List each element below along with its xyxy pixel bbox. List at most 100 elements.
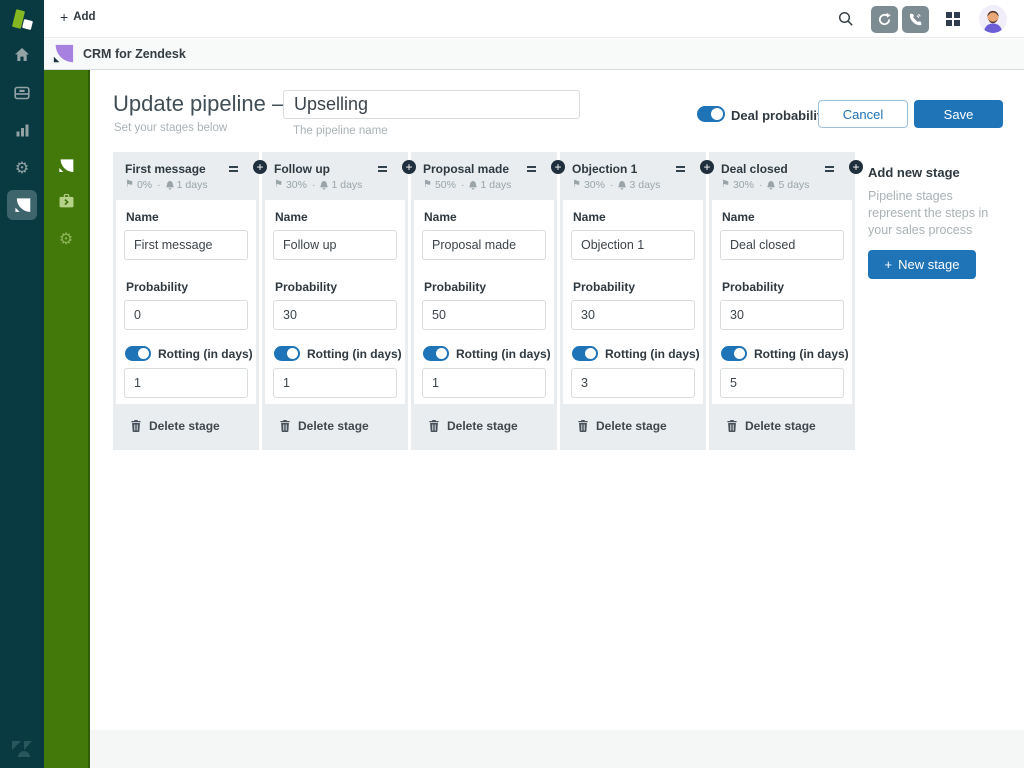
delete-stage-label: Delete stage bbox=[596, 419, 667, 433]
stage-rotting-input[interactable] bbox=[571, 368, 695, 398]
new-stage-button-label: New stage bbox=[898, 257, 959, 272]
cancel-button[interactable]: Cancel bbox=[818, 100, 908, 128]
stage-name-input[interactable] bbox=[273, 230, 397, 260]
new-stage-button[interactable]: + New stage bbox=[868, 250, 976, 279]
probability-label: Probability bbox=[722, 280, 844, 294]
delete-stage-button[interactable]: Delete stage bbox=[262, 404, 408, 450]
separator-dot: · bbox=[610, 179, 614, 191]
rotting-label: Rotting (in days) bbox=[158, 347, 253, 361]
search-button[interactable] bbox=[838, 11, 854, 32]
rotting-toggle[interactable] bbox=[423, 346, 449, 361]
drag-handle-icon[interactable] bbox=[378, 166, 387, 174]
stage-meta: ⚑ 30% · 3 days bbox=[572, 179, 696, 191]
drag-handle-icon[interactable] bbox=[229, 166, 238, 174]
stage-probability-input[interactable] bbox=[124, 300, 248, 330]
deal-probability-toggle[interactable] bbox=[697, 106, 725, 122]
rotting-label: Rotting (in days) bbox=[307, 347, 402, 361]
pipeline-name-input[interactable] bbox=[283, 90, 580, 119]
stage-rotting-summary: 1 days bbox=[177, 179, 208, 191]
sidebar-item-settings[interactable]: ⚙ bbox=[0, 160, 44, 176]
trash-icon bbox=[280, 420, 290, 432]
rotting-toggle[interactable] bbox=[572, 346, 598, 361]
delete-stage-label: Delete stage bbox=[745, 419, 816, 433]
separator-dot: · bbox=[157, 179, 161, 191]
add-button[interactable]: + Add bbox=[60, 11, 96, 23]
stage-name-input[interactable] bbox=[720, 230, 844, 260]
sidebar-item-reports[interactable] bbox=[0, 123, 44, 137]
sidebar-item-inbox[interactable] bbox=[0, 86, 44, 100]
delete-stage-button[interactable]: Delete stage bbox=[709, 404, 855, 450]
add-stage-between-button[interactable]: + bbox=[253, 160, 267, 174]
delete-stage-button[interactable]: Delete stage bbox=[560, 404, 706, 450]
refresh-icon bbox=[877, 12, 892, 27]
drag-handle-icon[interactable] bbox=[676, 166, 685, 174]
rotting-toggle[interactable] bbox=[274, 346, 300, 361]
probability-label: Probability bbox=[126, 280, 248, 294]
stage-card-body: Name Probability Rotting (in days) bbox=[563, 200, 703, 404]
probability-label: Probability bbox=[424, 280, 546, 294]
app-brand-logo[interactable] bbox=[13, 8, 37, 36]
home-icon bbox=[14, 47, 30, 62]
stage-probability-input[interactable] bbox=[720, 300, 844, 330]
drag-handle-icon[interactable] bbox=[825, 166, 834, 174]
user-avatar[interactable] bbox=[979, 5, 1007, 33]
stage-rotting-input[interactable] bbox=[422, 368, 546, 398]
stage-name-input[interactable] bbox=[422, 230, 546, 260]
flag-icon: ⚑ bbox=[721, 180, 730, 190]
bar-chart-icon bbox=[15, 123, 30, 137]
sidebar-item-home[interactable] bbox=[0, 47, 44, 62]
stage-card-body: Name Probability Rotting (in days) bbox=[116, 200, 256, 404]
trash-icon bbox=[578, 420, 588, 432]
delete-stage-label: Delete stage bbox=[298, 419, 369, 433]
stage-rotting-input[interactable] bbox=[273, 368, 397, 398]
stage-name-input[interactable] bbox=[124, 230, 248, 260]
add-stage-between-button[interactable]: + bbox=[849, 160, 863, 174]
name-label: Name bbox=[126, 210, 248, 224]
delete-stage-label: Delete stage bbox=[149, 419, 220, 433]
primary-sidebar: ⚙ bbox=[0, 0, 44, 768]
rotting-toggle[interactable] bbox=[125, 346, 151, 361]
stage-meta: ⚑ 0% · 1 days bbox=[125, 179, 249, 191]
rotting-toggle[interactable] bbox=[721, 346, 747, 361]
add-new-stage-panel: Add new stage Pipeline stages represent … bbox=[868, 165, 990, 279]
plus-icon: + bbox=[703, 162, 710, 172]
stage-rotting-input[interactable] bbox=[124, 368, 248, 398]
phone-button[interactable] bbox=[902, 6, 929, 33]
sidebar-item-crm-app[interactable] bbox=[7, 190, 37, 220]
stage-probability-input[interactable] bbox=[273, 300, 397, 330]
main-content: Update pipeline — Set your stages below … bbox=[90, 70, 1024, 768]
stage-card-header: Follow up + ⚑ 30% · 1 days bbox=[262, 152, 408, 200]
green-sidebar-item-deals[interactable] bbox=[44, 194, 88, 208]
stage-card: Follow up + ⚑ 30% · 1 days Name Probabil… bbox=[262, 152, 408, 450]
add-stage-between-button[interactable]: + bbox=[700, 160, 714, 174]
name-label: Name bbox=[275, 210, 397, 224]
stage-probability-input[interactable] bbox=[571, 300, 695, 330]
stage-card-header: First message + ⚑ 0% · 1 days bbox=[113, 152, 259, 200]
refresh-button[interactable] bbox=[871, 6, 898, 33]
delete-stage-button[interactable]: Delete stage bbox=[113, 404, 259, 450]
rotting-toggle-row: Rotting (in days) bbox=[423, 346, 546, 361]
add-stage-between-button[interactable]: + bbox=[402, 160, 416, 174]
stage-probability-summary: 30% bbox=[733, 179, 754, 191]
bell-icon bbox=[469, 181, 477, 190]
rotting-toggle-row: Rotting (in days) bbox=[125, 346, 248, 361]
plus-icon: + bbox=[60, 11, 68, 23]
stage-probability-input[interactable] bbox=[422, 300, 546, 330]
drag-handle-icon[interactable] bbox=[527, 166, 536, 174]
app-sidebar: ⚙ bbox=[44, 70, 90, 768]
stage-probability-summary: 50% bbox=[435, 179, 456, 191]
green-sidebar-item-settings[interactable]: ⚙ bbox=[44, 231, 88, 247]
avatar-image bbox=[979, 5, 1007, 33]
app-grid-icon[interactable] bbox=[946, 12, 960, 26]
delete-stage-button[interactable]: Delete stage bbox=[411, 404, 557, 450]
stage-name-input[interactable] bbox=[571, 230, 695, 260]
bell-icon bbox=[618, 181, 626, 190]
stage-card: Deal closed + ⚑ 30% · 5 days Name Probab… bbox=[709, 152, 855, 450]
stage-card-body: Name Probability Rotting (in days) bbox=[265, 200, 405, 404]
add-stage-between-button[interactable]: + bbox=[551, 160, 565, 174]
stage-rotting-input[interactable] bbox=[720, 368, 844, 398]
save-button[interactable]: Save bbox=[914, 100, 1003, 128]
probability-label: Probability bbox=[275, 280, 397, 294]
flag-icon: ⚑ bbox=[423, 180, 432, 190]
green-sidebar-item-pipelines[interactable] bbox=[44, 158, 88, 174]
